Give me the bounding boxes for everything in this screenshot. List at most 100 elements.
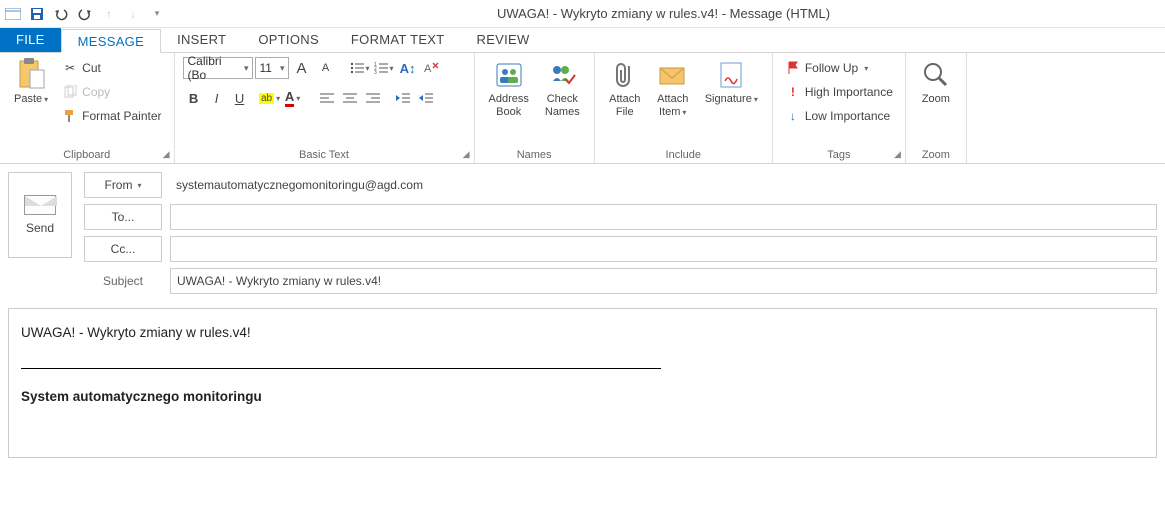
message-body[interactable]: UWAGA! - Wykryto zmiany w rules.v4! Syst…	[8, 308, 1157, 458]
align-center-button[interactable]	[339, 87, 361, 109]
to-button[interactable]: To...	[84, 204, 162, 230]
chevron-down-icon: ▾	[682, 108, 686, 117]
chevron-down-icon: ▾	[864, 64, 868, 73]
align-right-button[interactable]	[362, 87, 384, 109]
highlight-button[interactable]: ab▾	[259, 87, 281, 109]
numbering-button[interactable]: 123▾	[373, 57, 395, 79]
underline-button[interactable]: U	[229, 87, 251, 109]
format-painter-button[interactable]: Format Painter	[58, 105, 165, 127]
tab-insert[interactable]: INSERT	[161, 28, 242, 52]
exclamation-icon: !	[785, 84, 801, 100]
sort-button[interactable]: A↕	[397, 57, 419, 79]
tab-options[interactable]: OPTIONS	[242, 28, 335, 52]
save-icon[interactable]	[28, 5, 46, 23]
dialog-launcher-icon[interactable]: ◢	[163, 149, 170, 160]
attach-file-button[interactable]: Attach File	[603, 57, 647, 121]
chevron-down-icon: ▾	[44, 95, 48, 104]
check-names-icon	[546, 59, 578, 91]
group-basictext-label: Basic Text	[299, 149, 349, 161]
from-field[interactable]	[170, 172, 1157, 198]
font-size-select[interactable]: 11	[255, 57, 289, 79]
attach-file-label: Attach File	[609, 93, 640, 119]
signature-icon	[715, 59, 747, 91]
attach-item-icon	[657, 59, 689, 91]
send-button[interactable]: Send	[8, 172, 72, 258]
arrow-down-icon: ↓	[785, 108, 801, 124]
increase-indent-button[interactable]	[415, 87, 437, 109]
copy-label: Copy	[82, 85, 110, 99]
body-line-1: UWAGA! - Wykryto zmiany w rules.v4!	[21, 325, 1144, 340]
font-family-select[interactable]: Calibri (Bo	[183, 57, 253, 79]
next-item-icon: ↓	[124, 5, 142, 23]
paste-label: Paste	[14, 93, 42, 105]
copy-icon	[62, 84, 78, 100]
scissors-icon: ✂	[62, 60, 78, 76]
window-title: UWAGA! - Wykryto zmiany w rules.v4! - Me…	[166, 6, 1161, 21]
address-book-button[interactable]: Address Book	[483, 57, 535, 121]
copy-button: Copy	[58, 81, 165, 103]
ribbon-tabs: FILE MESSAGE INSERT OPTIONS FORMAT TEXT …	[0, 28, 1165, 52]
qat-customize-icon[interactable]: ▾	[148, 5, 166, 23]
align-left-button[interactable]	[316, 87, 338, 109]
clear-formatting-button[interactable]: A	[421, 57, 443, 79]
group-names: Address Book Check Names Names	[475, 53, 595, 163]
signature-label: Signature	[705, 93, 752, 105]
signature-text: System automatycznego monitoringu	[21, 389, 1144, 404]
dialog-launcher-icon[interactable]: ◢	[894, 149, 901, 160]
cut-label: Cut	[82, 61, 101, 75]
cut-button[interactable]: ✂ Cut	[58, 57, 165, 79]
group-names-label: Names	[483, 147, 586, 161]
paste-icon	[15, 59, 47, 91]
to-field[interactable]	[170, 204, 1157, 230]
bullets-button[interactable]: ▾	[349, 57, 371, 79]
grow-font-button[interactable]: A	[291, 57, 313, 79]
bold-button[interactable]: B	[183, 87, 205, 109]
group-zoom-label: Zoom	[914, 147, 958, 161]
low-importance-label: Low Importance	[805, 109, 890, 123]
undo-icon[interactable]	[52, 5, 70, 23]
high-importance-button[interactable]: ! High Importance	[781, 81, 897, 103]
paperclip-icon	[609, 59, 641, 91]
tab-file[interactable]: FILE	[0, 28, 61, 52]
subject-field[interactable]	[170, 268, 1157, 294]
cc-field[interactable]	[170, 236, 1157, 262]
prev-item-icon: ↑	[100, 5, 118, 23]
flag-icon	[785, 60, 801, 76]
group-zoom: Zoom Zoom	[906, 53, 967, 163]
separator-line	[21, 368, 661, 369]
address-book-label: Address Book	[489, 93, 529, 119]
decrease-indent-button[interactable]	[392, 87, 414, 109]
painter-label: Format Painter	[82, 109, 161, 123]
svg-text:A: A	[424, 63, 432, 75]
zoom-button[interactable]: Zoom	[914, 57, 958, 108]
group-include: Attach File Attach Item▾ Signature▾ Incl…	[595, 53, 773, 163]
tab-message[interactable]: MESSAGE	[61, 29, 161, 53]
low-importance-button[interactable]: ↓ Low Importance	[781, 105, 897, 127]
follow-up-label: Follow Up	[805, 61, 858, 75]
redo-icon[interactable]	[76, 5, 94, 23]
signature-button[interactable]: Signature▾	[699, 57, 764, 108]
follow-up-button[interactable]: Follow Up ▾	[781, 57, 897, 79]
paste-button[interactable]: Paste▾	[8, 57, 54, 108]
group-clipboard: Paste▾ ✂ Cut Copy Format Painte	[0, 53, 175, 163]
chevron-down-icon: ▾	[137, 181, 141, 190]
dialog-launcher-icon[interactable]: ◢	[463, 149, 470, 160]
from-button[interactable]: From▾	[84, 172, 162, 198]
zoom-label: Zoom	[922, 93, 950, 106]
tab-format-text[interactable]: FORMAT TEXT	[335, 28, 461, 52]
attach-item-button[interactable]: Attach Item▾	[651, 57, 695, 121]
shrink-font-button[interactable]: A	[315, 57, 337, 79]
group-include-label: Include	[603, 147, 764, 161]
chevron-down-icon: ▾	[754, 95, 758, 104]
font-color-button[interactable]: A▾	[282, 87, 304, 109]
compose-area: Send From▾ To... Cc... Subject UWAGA! - …	[0, 164, 1165, 466]
group-tags: Follow Up ▾ ! High Importance ↓ Low Impor…	[773, 53, 906, 163]
cc-button[interactable]: Cc...	[84, 236, 162, 262]
group-clipboard-label: Clipboard	[63, 149, 110, 161]
italic-button[interactable]: I	[206, 87, 228, 109]
high-importance-label: High Importance	[805, 85, 893, 99]
tab-review[interactable]: REVIEW	[461, 28, 546, 52]
window-icon	[4, 5, 22, 23]
ribbon: Paste▾ ✂ Cut Copy Format Painte	[0, 52, 1165, 164]
check-names-button[interactable]: Check Names	[539, 57, 586, 121]
